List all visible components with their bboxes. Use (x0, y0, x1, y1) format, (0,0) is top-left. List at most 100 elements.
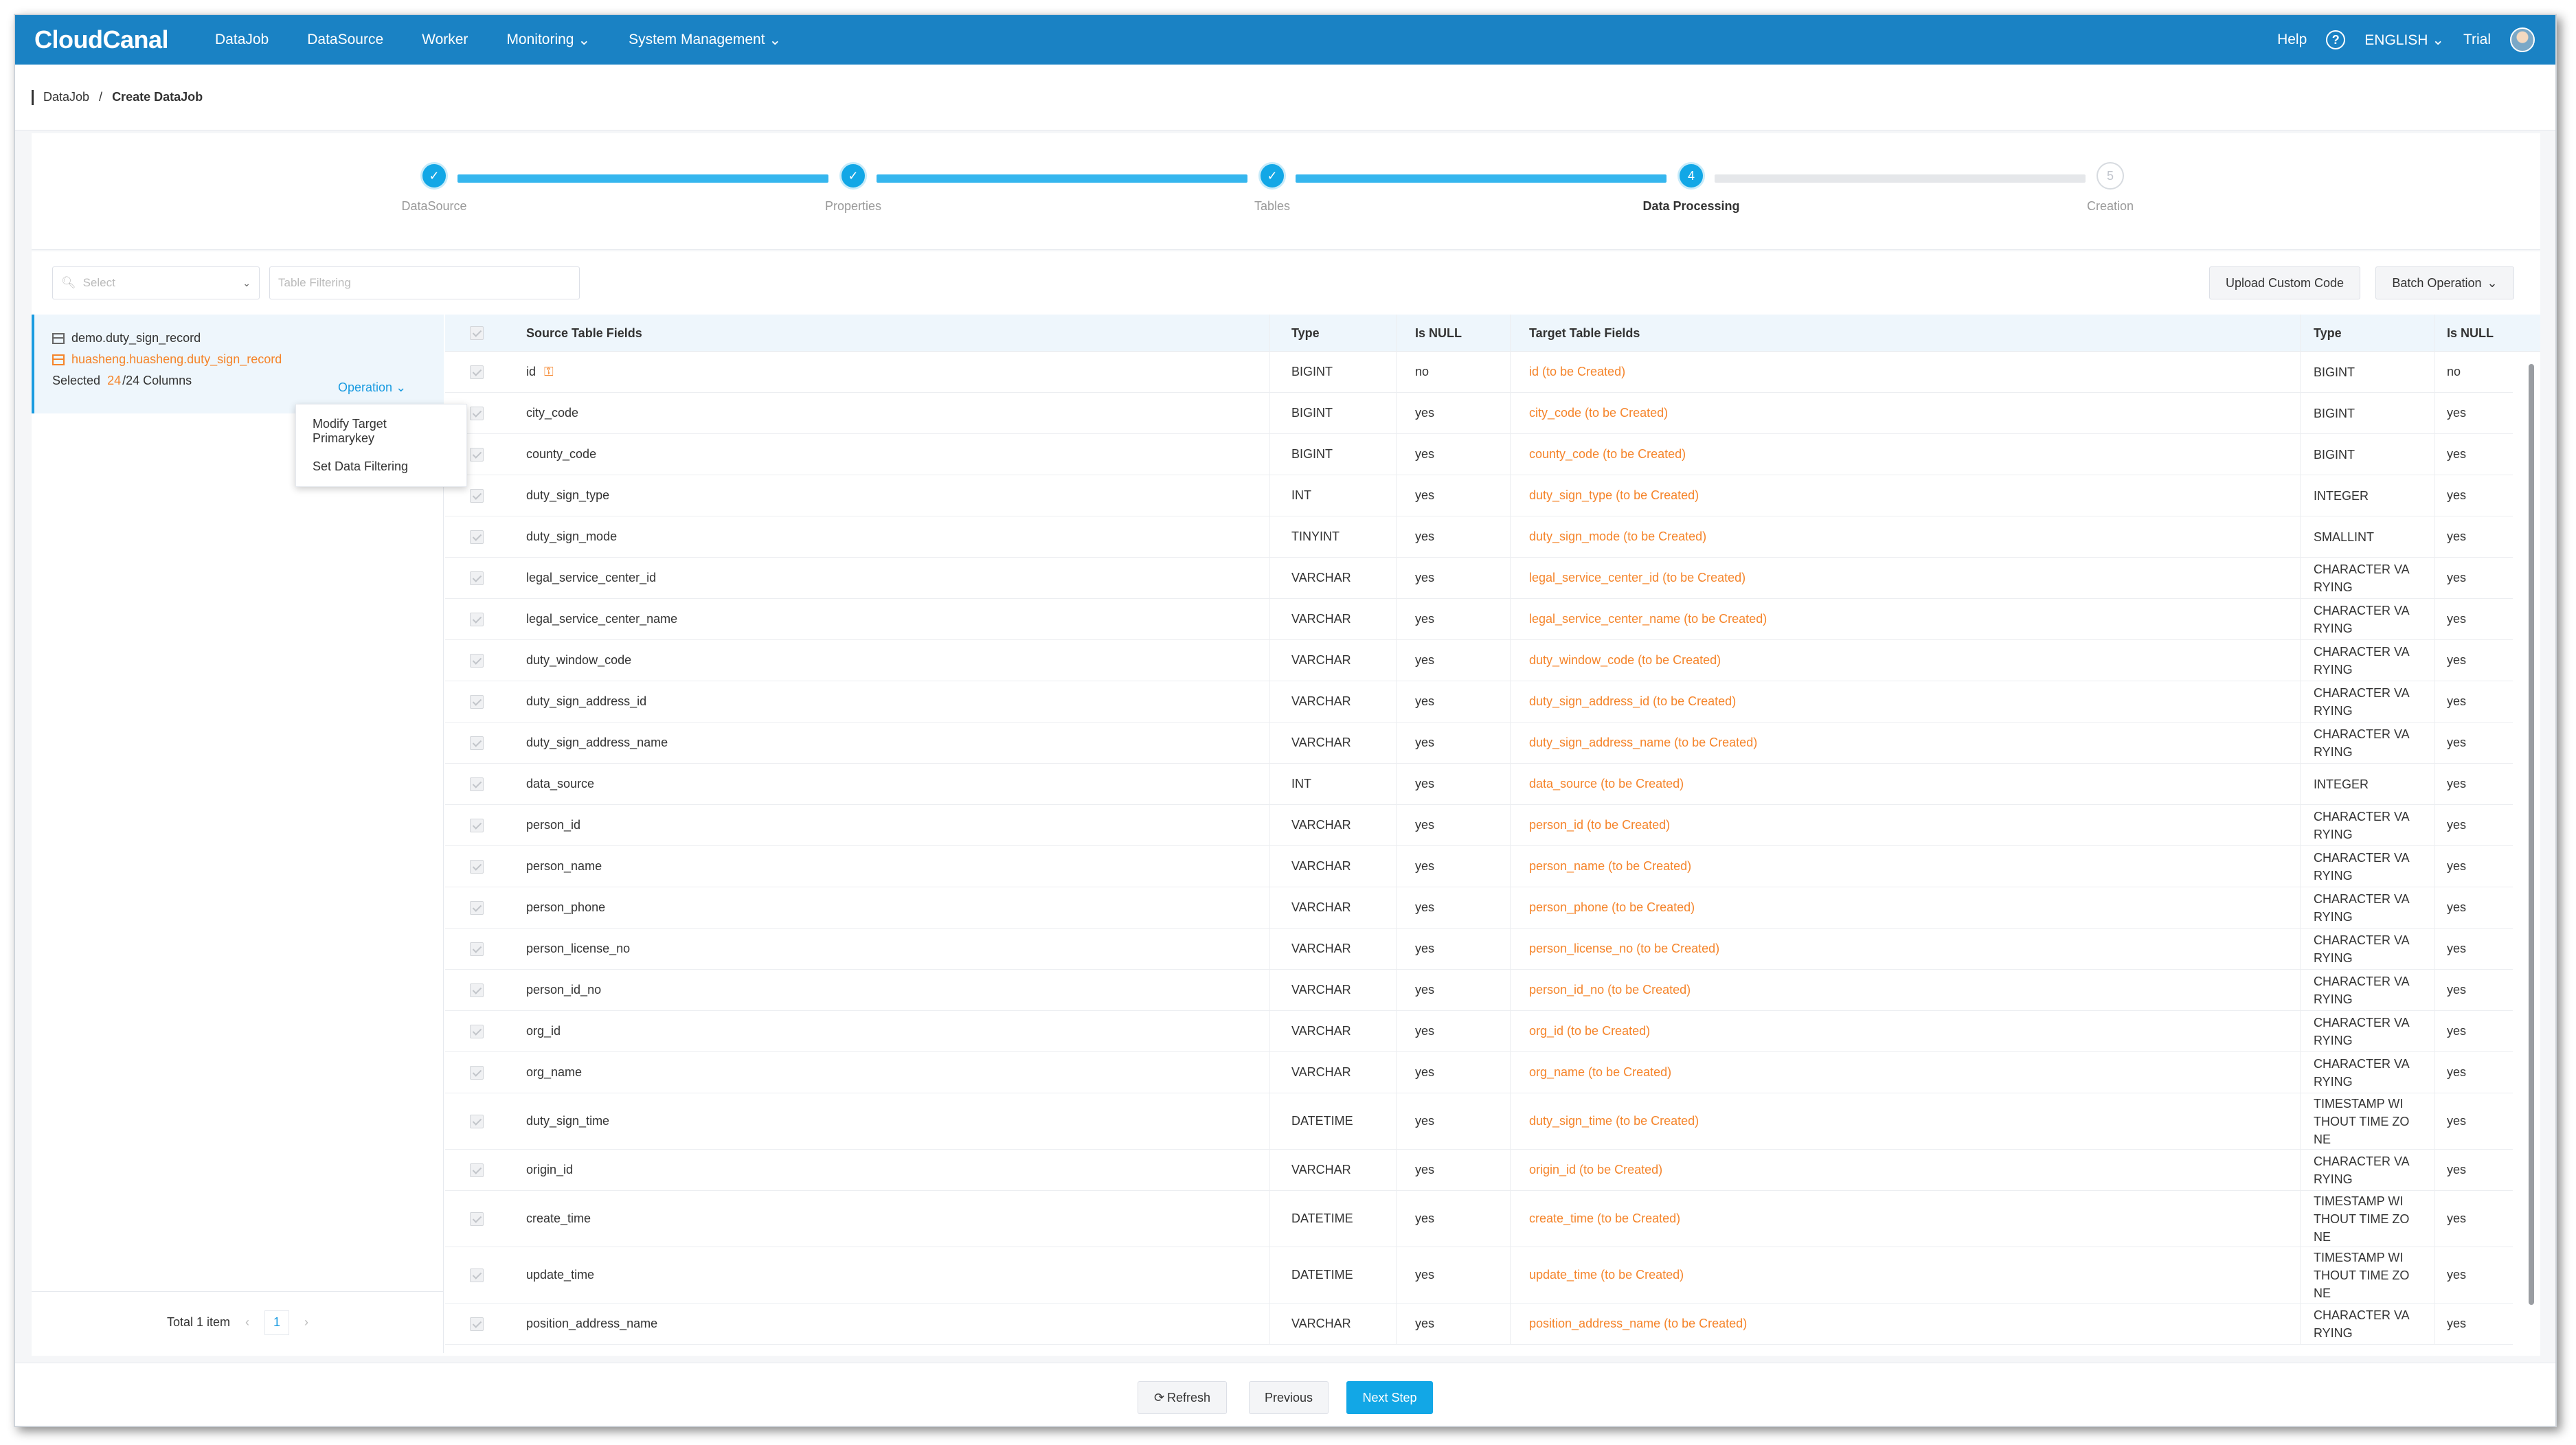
next-step-button[interactable]: Next Step (1346, 1381, 1433, 1414)
upload-custom-code-button[interactable]: Upload Custom Code (2209, 266, 2360, 299)
vertical-scrollbar[interactable] (2527, 356, 2536, 1345)
target-field-type[interactable]: CHARACTER VARYING (2314, 805, 2410, 845)
checkbox[interactable] (470, 653, 484, 668)
target-field-type[interactable]: INTEGER (2314, 475, 2410, 516)
row-checkbox[interactable] (470, 805, 484, 845)
target-field-type[interactable]: CHARACTER VARYING (2314, 846, 2410, 887)
target-field-name[interactable]: org_name (to be Created) (1529, 1052, 1671, 1093)
table-row[interactable]: person_id_no VARCHAR yes person_id_no (to b… (445, 970, 2513, 1011)
row-checkbox[interactable] (470, 722, 484, 763)
nav-item-datasource[interactable]: DataSource (307, 32, 383, 48)
checkbox[interactable] (470, 365, 484, 379)
row-checkbox[interactable] (470, 393, 484, 433)
table-row[interactable]: person_license_no VARCHAR yes person_licens… (445, 929, 2513, 970)
scrollbar-thumb[interactable] (2529, 364, 2534, 1305)
db-select[interactable]: 🔍︎ Select ⌄ (52, 266, 260, 299)
target-field-type[interactable]: CHARACTER VARYING (2314, 1011, 2410, 1051)
table-row[interactable]: origin_id VARCHAR yes origin_id (to be Crea… (445, 1150, 2513, 1191)
target-field-type[interactable]: CHARACTER VARYING (2314, 1052, 2410, 1093)
target-field-name[interactable]: duty_sign_address_id (to be Created) (1529, 681, 1736, 722)
table-row[interactable]: legal_service_center_name VARCHAR yes legal… (445, 599, 2513, 640)
checkbox[interactable] (470, 1268, 484, 1282)
target-field-name[interactable]: create_time (to be Created) (1529, 1191, 1680, 1247)
help-link[interactable]: Help (2277, 32, 2307, 48)
row-checkbox[interactable] (470, 516, 484, 557)
nav-item-datajob[interactable]: DataJob (215, 32, 269, 48)
row-checkbox[interactable] (470, 1052, 484, 1093)
row-checkbox[interactable] (470, 970, 484, 1010)
checkbox[interactable] (470, 1114, 484, 1128)
target-field-name[interactable]: person_phone (to be Created) (1529, 887, 1695, 928)
checkbox[interactable] (470, 1024, 484, 1038)
target-field-name[interactable]: org_id (to be Created) (1529, 1011, 1650, 1051)
table-row[interactable]: duty_sign_address_id VARCHAR yes duty_sign_… (445, 681, 2513, 722)
checkbox[interactable] (470, 488, 484, 503)
table-row[interactable]: person_name VARCHAR yes person_name (to be … (445, 846, 2513, 887)
target-field-name[interactable]: person_license_no (to be Created) (1529, 929, 1719, 969)
table-row[interactable]: legal_service_center_id VARCHAR yes legal_s… (445, 558, 2513, 599)
target-field-name[interactable]: duty_sign_mode (to be Created) (1529, 516, 1706, 557)
checkbox[interactable] (470, 447, 484, 462)
table-filter-input[interactable]: Table Filtering (269, 266, 580, 299)
row-checkbox[interactable] (470, 352, 484, 392)
target-field-name[interactable]: duty_sign_time (to be Created) (1529, 1093, 1699, 1149)
target-field-name[interactable]: legal_service_center_id (to be Created) (1529, 558, 1745, 598)
target-field-name[interactable]: position_address_name (to be Created) (1529, 1304, 1747, 1344)
refresh-button[interactable]: ⟳ Refresh (1138, 1381, 1227, 1414)
table-row[interactable]: person_id VARCHAR yes person_id (to be Crea… (445, 805, 2513, 846)
checkbox[interactable] (470, 983, 484, 997)
table-row[interactable]: duty_sign_address_name VARCHAR yes duty_sig… (445, 722, 2513, 764)
row-checkbox[interactable] (470, 764, 484, 804)
table-row[interactable]: update_time DATETIME yes update_time (to be… (445, 1247, 2513, 1304)
table-row[interactable]: duty_sign_type INT yes duty_sign_type (to b… (445, 475, 2513, 516)
target-field-type[interactable]: TIMESTAMP WITHOUT TIME ZONE (2314, 1247, 2410, 1303)
target-field-name[interactable]: update_time (to be Created) (1529, 1247, 1684, 1303)
nav-item-monitoring[interactable]: Monitoring ⌄ (506, 32, 590, 49)
table-row[interactable]: person_phone VARCHAR yes person_phone (to b… (445, 887, 2513, 929)
checkbox[interactable] (470, 900, 484, 915)
target-field-name[interactable]: duty_window_code (to be Created) (1529, 640, 1721, 681)
table-row[interactable]: id ⚿ BIGINT no id (to be Created) BIGINT no (445, 352, 2513, 393)
table-list-item[interactable]: demo.duty_sign_record huasheng.huasheng.… (32, 315, 444, 413)
checkbox[interactable] (470, 818, 484, 832)
target-field-type[interactable]: INTEGER (2314, 764, 2410, 804)
previous-button[interactable]: Previous (1249, 1381, 1329, 1414)
target-field-type[interactable]: CHARACTER VARYING (2314, 970, 2410, 1010)
row-checkbox[interactable] (470, 846, 484, 887)
target-field-name[interactable]: county_code (to be Created) (1529, 434, 1686, 475)
breadcrumb-parent[interactable]: DataJob (43, 90, 89, 104)
batch-operation-button[interactable]: Batch Operation ⌄ (2375, 266, 2514, 299)
table-row[interactable]: create_time DATETIME yes create_time (to be… (445, 1191, 2513, 1247)
target-field-type[interactable]: TIMESTAMP WITHOUT TIME ZONE (2314, 1191, 2410, 1247)
menu-item-modify-target-primarykey[interactable]: Modify Target Primarykey (296, 410, 466, 453)
row-checkbox[interactable] (470, 681, 484, 722)
row-checkbox[interactable] (470, 434, 484, 475)
target-field-type[interactable]: CHARACTER VARYING (2314, 1150, 2410, 1190)
target-field-type[interactable]: CHARACTER VARYING (2314, 558, 2410, 598)
checkbox[interactable] (470, 1065, 484, 1080)
target-field-name[interactable]: data_source (to be Created) (1529, 764, 1684, 804)
page-number[interactable]: 1 (264, 1310, 290, 1335)
row-checkbox[interactable] (470, 558, 484, 598)
checkbox[interactable] (470, 612, 484, 626)
checkbox[interactable] (470, 571, 484, 585)
checkbox[interactable] (470, 1317, 484, 1331)
checkbox[interactable] (470, 1163, 484, 1177)
row-checkbox[interactable] (470, 1191, 484, 1247)
row-checkbox[interactable] (470, 1150, 484, 1190)
target-field-type[interactable]: TIMESTAMP WITHOUT TIME ZONE (2314, 1093, 2410, 1149)
target-field-type[interactable]: BIGINT (2314, 352, 2410, 392)
row-checkbox[interactable] (470, 640, 484, 681)
target-field-name[interactable]: person_id (to be Created) (1529, 805, 1670, 845)
table-row[interactable]: org_name VARCHAR yes org_name (to be Create… (445, 1052, 2513, 1093)
checkbox[interactable] (470, 530, 484, 544)
checkbox[interactable] (470, 859, 484, 874)
row-checkbox[interactable] (470, 599, 484, 639)
target-field-name[interactable]: origin_id (to be Created) (1529, 1150, 1662, 1190)
table-row[interactable]: duty_sign_time DATETIME yes duty_sign_time … (445, 1093, 2513, 1150)
table-row[interactable]: city_code BIGINT yes city_code (to be Creat… (445, 393, 2513, 434)
table-row[interactable]: duty_window_code VARCHAR yes duty_window_co… (445, 640, 2513, 681)
user-name[interactable]: Trial (2463, 32, 2491, 48)
checkbox[interactable] (470, 406, 484, 420)
target-field-name[interactable]: city_code (to be Created) (1529, 393, 1668, 433)
